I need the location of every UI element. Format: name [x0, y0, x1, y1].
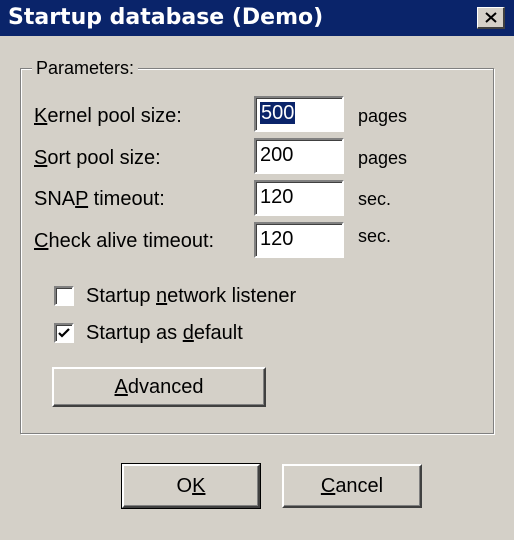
checkmark-icon	[58, 328, 70, 338]
snap-timeout-unit: sec.	[358, 189, 392, 209]
snap-timeout-value: 120	[260, 186, 294, 208]
close-icon	[485, 12, 497, 23]
window-title: Startup database (Demo)	[8, 5, 324, 30]
sort-pool-value: 200	[260, 144, 294, 166]
close-button[interactable]	[477, 7, 505, 29]
kernel-pool-unit: pages	[358, 106, 408, 126]
title-bar: Startup database (Demo)	[0, 0, 514, 36]
snap-timeout-label: SNAP timeout:	[34, 188, 165, 210]
check-alive-input[interactable]: 120	[254, 222, 344, 258]
sort-pool-input[interactable]: 200	[254, 138, 344, 174]
kernel-pool-input[interactable]: 500	[254, 96, 344, 132]
snap-timeout-input[interactable]: 120	[254, 180, 344, 216]
advanced-button[interactable]: Advanced	[52, 367, 266, 407]
ok-button[interactable]: OK	[121, 463, 261, 509]
network-listener-checkbox[interactable]	[54, 286, 74, 306]
sort-pool-label: Sort pool size:	[34, 147, 161, 169]
check-alive-label: Check alive timeout:	[34, 230, 215, 252]
startup-default-label: Startup as default	[86, 322, 243, 344]
network-listener-label: Startup network listener	[86, 285, 297, 307]
sort-pool-unit: pages	[358, 148, 408, 168]
cancel-button[interactable]: Cancel	[282, 464, 422, 508]
kernel-pool-label: Kernel pool size:	[34, 105, 182, 127]
kernel-pool-value: 500	[260, 102, 296, 124]
check-alive-value: 120	[260, 228, 294, 250]
startup-default-checkbox[interactable]	[54, 323, 74, 343]
parameters-legend: Parameters:	[32, 56, 139, 80]
check-alive-unit: sec.	[358, 226, 392, 246]
